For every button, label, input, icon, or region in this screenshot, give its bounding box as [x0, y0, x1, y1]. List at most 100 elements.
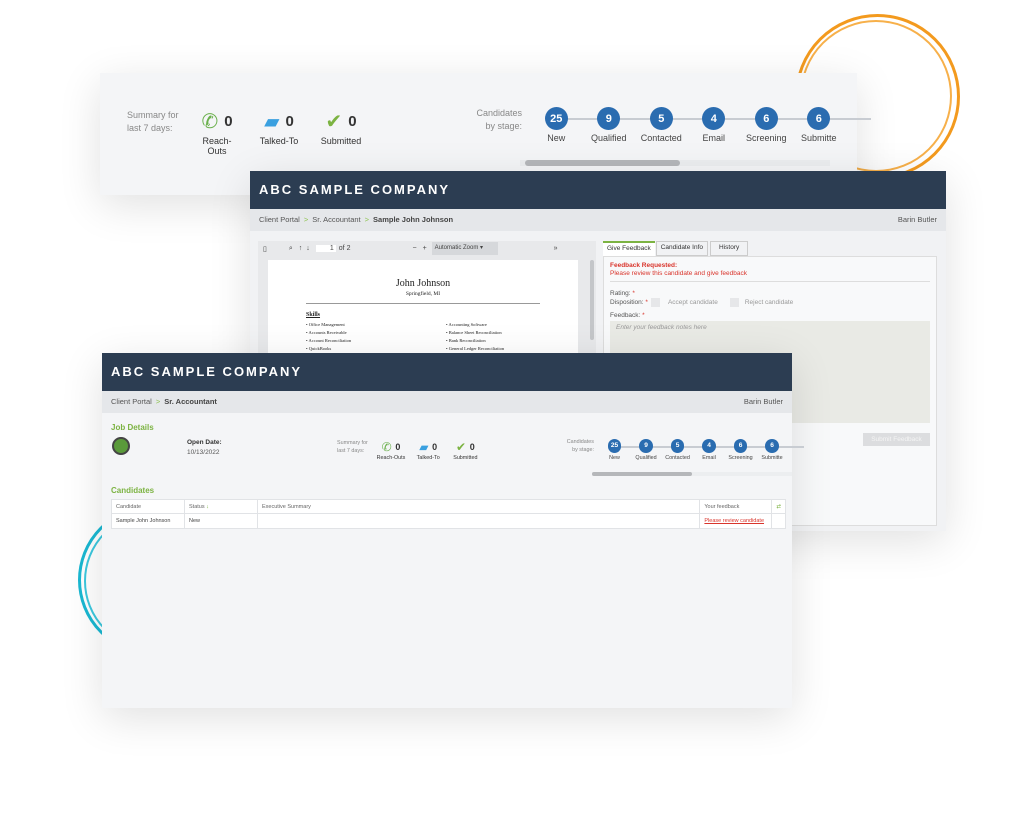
resume-location: Springfield, MI: [405, 291, 441, 297]
zoom-select[interactable]: Automatic Zoom ▾: [431, 242, 498, 255]
metric-label: Talked-To: [416, 455, 440, 462]
job-details-title: Job Details: [111, 423, 154, 432]
table-row[interactable]: Sample John Johnson New Please review ca…: [111, 513, 786, 529]
tab-candidate-info[interactable]: Candidate Info: [655, 241, 709, 256]
column-status[interactable]: Status ↓: [184, 499, 258, 514]
column-status-label: Status: [189, 503, 205, 510]
stage-submitte[interactable]: 6 Submitte: [756, 439, 804, 461]
stage-submitte[interactable]: 6 Submitte: [793, 107, 872, 143]
skill-item: • Account Reconciliation: [306, 338, 352, 343]
page-count: of 2: [338, 245, 351, 252]
stage-new[interactable]: 25 New: [530, 107, 609, 143]
user-name[interactable]: Barin Butler: [898, 209, 937, 231]
skill-item: • Balance Sheet Reconciliation: [446, 330, 502, 335]
page-number-input[interactable]: 1: [315, 245, 336, 252]
horizontal-scrollbar[interactable]: [520, 160, 830, 166]
stage-count-badge: 5: [649, 107, 673, 130]
stage-label: Submitte: [800, 133, 837, 143]
refresh-icon[interactable]: ⇄: [771, 499, 786, 514]
submitted-icon: ✔: [456, 440, 467, 454]
more-tools-icon[interactable]: »: [554, 245, 558, 252]
metric-submitted[interactable]: ✔ 0 Submitted: [451, 440, 480, 461]
sort-down-icon[interactable]: ↓: [206, 504, 209, 510]
summary-block: Summary for last 7 days: ✆ 0 Reach-Outs ▰…: [127, 109, 365, 156]
skill-item: • Accounts Receivable: [306, 330, 347, 335]
stage-label: New: [547, 133, 566, 143]
accept-checkbox[interactable]: [650, 298, 660, 307]
search-icon[interactable]: ⌕: [289, 245, 293, 253]
review-candidate-link[interactable]: Please review candidate: [704, 518, 764, 524]
metric-count: 0: [348, 113, 357, 130]
zoom-out-icon[interactable]: −: [412, 245, 416, 252]
tab-give-feedback[interactable]: Give Feedback: [603, 241, 655, 256]
summary-block: Summary for last 7 days: ✆ 0 Reach-Outs ▰…: [337, 440, 480, 461]
metric-count: 0: [432, 442, 438, 452]
feedback-tabs: Give Feedback Candidate Info History: [603, 241, 749, 256]
stage-qualified[interactable]: 9 Qualified: [583, 107, 662, 143]
user-name[interactable]: Barin Butler: [744, 391, 783, 413]
open-date-label: Open Date:: [187, 439, 222, 446]
column-executive-summary[interactable]: Executive Summary: [256, 499, 701, 514]
stage-email[interactable]: 4 Email: [688, 107, 767, 143]
avatar: [112, 437, 130, 455]
horizontal-scrollbar[interactable]: [592, 472, 792, 476]
column-candidate[interactable]: Candidate: [111, 499, 185, 514]
breadcrumb: Client Portal > Sr. Accountant Barin Butle…: [102, 391, 792, 413]
stage-contacted[interactable]: 5 Contacted: [662, 439, 710, 461]
metric-reach-outs[interactable]: ✆ 0 Reach-Outs: [377, 440, 406, 461]
company-header: ABC SAMPLE COMPANY: [250, 171, 946, 209]
job-window: ABC SAMPLE COMPANY Client Portal > Sr. Acc…: [102, 353, 804, 708]
table-header-row: Candidate Status ↓ Executive Summary You…: [111, 499, 786, 514]
stage-new[interactable]: 25 New: [599, 439, 647, 461]
metric-label: Reach-Outs: [202, 136, 232, 156]
stage-contacted[interactable]: 5 Contacted: [635, 107, 714, 143]
stage-screening[interactable]: 6 Screening: [725, 439, 773, 461]
stage-label: New: [609, 454, 620, 461]
stage-label: Qualified: [635, 454, 657, 461]
submit-feedback-button[interactable]: Submit Feedback: [863, 433, 930, 446]
breadcrumb-client-portal[interactable]: Client Portal: [111, 397, 152, 406]
sidebar-toggle-icon[interactable]: ▯: [263, 245, 267, 253]
required-marker: *: [642, 312, 645, 319]
metric-label: Reach-Outs: [376, 455, 406, 462]
column-your-feedback[interactable]: Your feedback: [699, 499, 773, 514]
metric-label: Talked-To: [259, 136, 299, 146]
breadcrumb-candidate: Sample John Johnson: [373, 215, 454, 224]
stages-block: Candidates by stage: 25 New 9 Qualified …: [472, 107, 872, 143]
pdf-scrollbar[interactable]: [590, 260, 594, 340]
metric-talked-to[interactable]: ▰ 0 Talked-To: [255, 109, 303, 146]
cell-candidate[interactable]: Sample John Johnson: [111, 513, 185, 529]
tab-history[interactable]: History: [710, 241, 749, 256]
stage-email[interactable]: 4 Email: [693, 439, 741, 461]
skill-item: • Bank Reconciliation: [446, 338, 486, 343]
breadcrumb-job: Sr. Accountant: [164, 397, 217, 406]
stage-label: Screening: [728, 454, 753, 461]
metric-count: 0: [285, 113, 294, 130]
feedback-alert-title: Feedback Requested:: [610, 262, 678, 269]
stage-count-badge: 5: [670, 439, 685, 453]
stage-label: Screening: [745, 133, 787, 143]
stage-screening[interactable]: 6 Screening: [740, 107, 819, 143]
summary-label: Summary for last 7 days:: [337, 440, 368, 454]
next-page-icon[interactable]: ↓: [306, 245, 310, 252]
metric-count: 0: [395, 442, 401, 452]
cell-empty: [771, 513, 786, 529]
skill-item: • QuickBooks: [306, 346, 332, 351]
stage-count-badge: 6: [754, 107, 778, 130]
stage-qualified[interactable]: 9 Qualified: [630, 439, 678, 461]
breadcrumb-job[interactable]: Sr. Accountant: [312, 215, 360, 224]
previous-page-icon[interactable]: ↑: [299, 245, 303, 252]
breadcrumb-client-portal[interactable]: Client Portal: [259, 215, 300, 224]
candidates-title: Candidates: [111, 486, 155, 495]
metric-count: 0: [224, 113, 233, 130]
company-header: ABC SAMPLE COMPANY: [102, 353, 792, 391]
metric-talked-to[interactable]: ▰ 0 Talked-To: [414, 440, 443, 461]
pdf-toolbar: ▯ ⌕ ↑ ↓ 1 of 2 − + Automatic Zoom ▾ »: [258, 241, 596, 256]
breadcrumb: Client Portal > Sr. Accountant > Sample John…: [250, 209, 946, 231]
reject-checkbox[interactable]: [729, 298, 739, 307]
feedback-label: Feedback:: [610, 312, 641, 319]
metric-submitted[interactable]: ✔ 0 Submitted: [317, 109, 365, 146]
zoom-in-icon[interactable]: +: [423, 245, 427, 252]
metric-reach-outs[interactable]: ✆ 0 Reach-Outs: [193, 109, 241, 156]
stage-label: Email: [702, 133, 725, 143]
